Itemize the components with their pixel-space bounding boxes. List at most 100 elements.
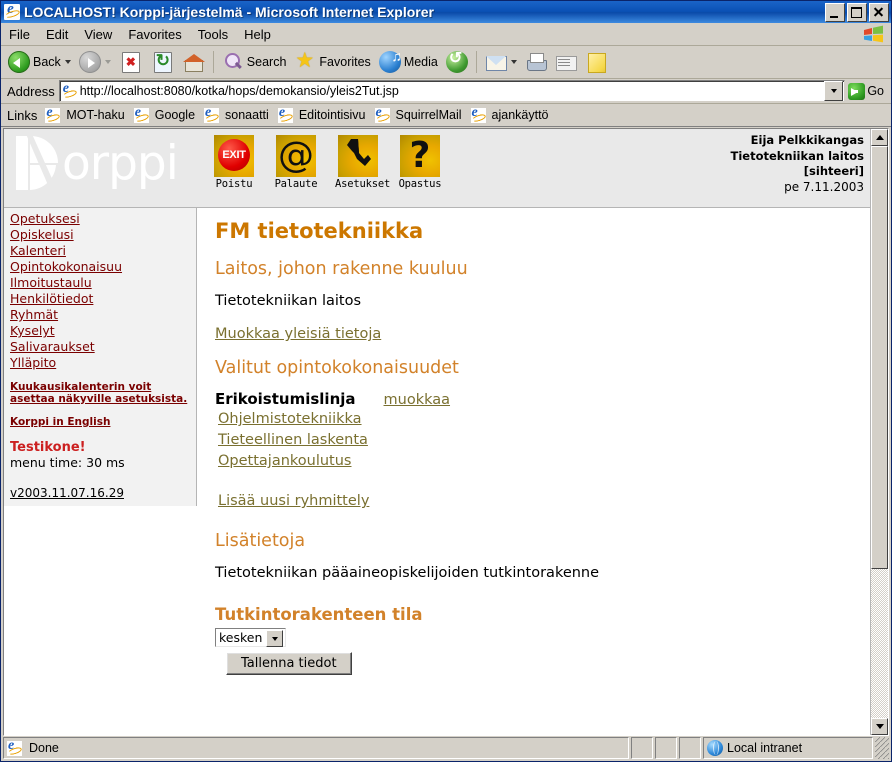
user-info-block: Eija Pelkkikangas Tietotekniikan laitos … [731, 133, 865, 195]
status-selected-value: kesken [219, 630, 263, 645]
navigation-toolbar: Back Search Favorites Media [1, 46, 891, 79]
link-editointisivu[interactable]: Editointisivu [276, 105, 371, 124]
notes-button[interactable] [582, 49, 610, 75]
korppi-logo: orppi [10, 131, 179, 195]
korppi-asetukset-button[interactable]: Asetukset [335, 135, 391, 190]
menu-help[interactable]: Help [236, 25, 279, 44]
scroll-down-button[interactable] [871, 718, 888, 735]
sidebar-item-salivaraukset[interactable]: Salivaraukset [10, 339, 196, 355]
scrollbar-track[interactable] [871, 146, 888, 718]
media-button[interactable]: Media [376, 48, 441, 75]
korppi-wordmark: orppi [62, 135, 179, 191]
sidebar-item-opiskelusi[interactable]: Opiskelusi [10, 227, 196, 243]
save-button[interactable]: Tallenna tiedot [226, 652, 352, 675]
address-input[interactable]: http://localhost:8080/kotka/hops/demokan… [58, 80, 846, 102]
stop-button[interactable] [116, 49, 146, 75]
back-dropdown-icon[interactable] [64, 60, 71, 64]
add-new-grouping-link[interactable]: Lisää uusi ryhmittely [218, 493, 369, 509]
edit-line-link[interactable]: muokkaa [384, 392, 451, 408]
option-ohjelmistotekniikka[interactable]: Ohjelmistotekniikka [218, 409, 362, 430]
go-button[interactable]: Go [846, 80, 889, 102]
history-button[interactable] [443, 48, 471, 75]
korppi-icon-label: Asetukset [335, 178, 391, 190]
status-panel-1 [631, 737, 653, 759]
links-label: Links [7, 107, 38, 123]
address-label: Address [7, 83, 55, 99]
address-dropdown-button[interactable] [824, 81, 844, 101]
forward-arrow-icon [78, 51, 101, 73]
refresh-button[interactable] [148, 49, 178, 75]
link-google[interactable]: Google [132, 105, 200, 124]
menu-view[interactable]: View [76, 25, 120, 44]
sidebar-item-kyselyt[interactable]: Kyselyt [10, 323, 196, 339]
option-opettajankoulutus[interactable]: Opettajankoulutus [218, 451, 352, 472]
page-scrollbar[interactable] [870, 129, 888, 735]
wrench-icon [338, 135, 378, 177]
printer-icon [525, 51, 547, 73]
link-favicon-icon [133, 105, 149, 123]
sidebar-item-ilmoitustaulu[interactable]: Ilmoitustaulu [10, 275, 196, 291]
print-button[interactable] [522, 49, 550, 75]
search-button[interactable]: Search [219, 49, 290, 75]
link-sonaatti[interactable]: sonaatti [202, 105, 274, 124]
sidebar-item-yllapito[interactable]: Ylläpito [10, 355, 196, 371]
scrollbar-thumb[interactable] [871, 146, 888, 570]
maximize-button[interactable] [847, 2, 867, 22]
sidebar-item-opintokokonaisuus[interactable]: Opintokokonaisuu [10, 259, 196, 275]
link-label: ajankäyttö [491, 108, 549, 122]
back-button[interactable]: Back [5, 49, 74, 75]
minimize-button[interactable] [825, 2, 845, 22]
resize-grip[interactable] [875, 737, 889, 759]
sidebar-navigation: Opetuksesi Opiskelusi Kalenteri Opintoko… [4, 208, 197, 506]
forward-button[interactable] [76, 49, 114, 75]
sidebar-item-kalenteri[interactable]: Kalenteri [10, 243, 196, 259]
sidebar-item-ryhmat[interactable]: Ryhmät [10, 307, 196, 323]
title-bar: LOCALHOST! Korppi-järjestelmä - Microsof… [1, 1, 891, 23]
menu-tools[interactable]: Tools [190, 25, 236, 44]
page-body: Opetuksesi Opiskelusi Kalenteri Opintoko… [4, 208, 870, 675]
korppi-palaute-button[interactable]: @ Palaute [273, 135, 319, 190]
chevron-down-icon[interactable] [266, 630, 283, 647]
scroll-up-button[interactable] [871, 129, 888, 146]
link-favicon-icon [277, 105, 293, 123]
close-button[interactable] [869, 2, 889, 22]
version-link[interactable]: v2003.11.07.16.29 [10, 486, 196, 500]
edit-button[interactable] [552, 49, 580, 75]
search-icon [222, 51, 244, 73]
window-title: LOCALHOST! Korppi-järjestelmä - Microsof… [24, 4, 434, 20]
menu-edit[interactable]: Edit [38, 25, 76, 44]
user-unit: Tietotekniikan laitos [730, 148, 865, 163]
specialization-options-list: Ohjelmistotekniikka Tieteellinen laskent… [218, 409, 870, 472]
menu-file[interactable]: File [1, 25, 38, 44]
address-bar: Address http://localhost:8080/kotka/hops… [1, 79, 891, 104]
status-select[interactable]: kesken [215, 628, 286, 647]
link-mot-haku[interactable]: MOT-haku [43, 105, 129, 124]
status-text: Done [29, 741, 59, 755]
favorites-button[interactable]: Favorites [291, 48, 373, 75]
link-favicon-icon [45, 105, 61, 123]
korppi-icon-label: Palaute [274, 178, 318, 190]
option-tieteellinen-laskenta[interactable]: Tieteellinen laskenta [218, 430, 368, 451]
link-favicon-icon [374, 105, 390, 123]
globe-icon [707, 740, 723, 756]
link-ajankaytto[interactable]: ajankäyttö [469, 105, 554, 124]
security-zone-panel[interactable]: Local intranet [703, 737, 873, 759]
forward-dropdown-icon[interactable] [104, 60, 111, 64]
link-squirrelmail[interactable]: SquirrelMail [373, 105, 467, 124]
edit-general-info-block: Muokkaa yleisiä tietoja [215, 323, 870, 342]
korppi-icon-label: Poistu [215, 178, 253, 190]
mail-button[interactable] [482, 49, 520, 75]
mail-dropdown-icon[interactable] [510, 60, 517, 64]
sidebar-calendar-note[interactable]: Kuukausikalenterin voit asettaa näkyvill… [10, 381, 190, 405]
sidebar-english-link[interactable]: Korppi in English [10, 416, 196, 428]
menu-favorites[interactable]: Favorites [120, 25, 189, 44]
edit-general-info-link[interactable]: Muokkaa yleisiä tietoja [215, 326, 381, 342]
korppi-poistu-button[interactable]: EXIT Poistu [211, 135, 257, 190]
sidebar-item-opetuksesi[interactable]: Opetuksesi [10, 211, 196, 227]
edit-page-icon [555, 51, 577, 73]
home-button[interactable] [180, 49, 208, 75]
korppi-opastus-button[interactable]: ? Opastus [397, 135, 443, 190]
sidebar-item-henkilotiedot[interactable]: Henkilötiedot [10, 291, 196, 307]
modules-section-heading: Valitut opintokokonaisuudet [215, 358, 459, 378]
home-icon [182, 51, 205, 73]
